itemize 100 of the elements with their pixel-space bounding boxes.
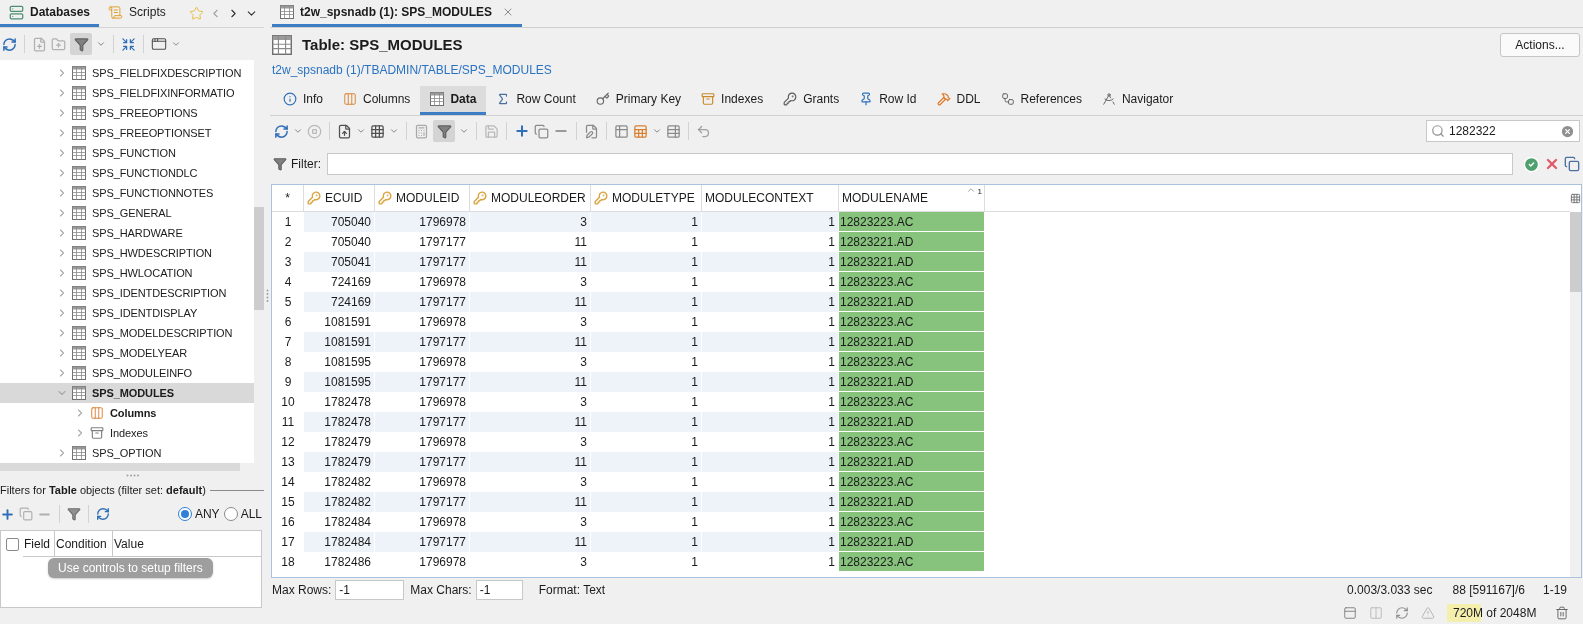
table-cell: 1 <box>702 372 839 392</box>
table-icon[interactable] <box>633 123 648 139</box>
tree-item[interactable]: SPS_HWDESCRIPTION <box>0 243 254 263</box>
new-file-icon[interactable] <box>32 36 47 52</box>
search-field[interactable]: 1282322 <box>1426 120 1580 142</box>
column-header[interactable]: MODULETYPE <box>591 185 702 211</box>
tree-item[interactable]: SPS_FUNCTIONNOTES <box>0 183 254 203</box>
tree-item[interactable]: SPS_MODELDESCRIPTION <box>0 323 254 343</box>
filter-icon[interactable] <box>67 507 81 521</box>
star-icon[interactable] <box>189 6 204 21</box>
tree-item[interactable]: SPS_FIELDFIXDESCRIPTION <box>0 63 254 83</box>
table-cell: 1782486 <box>304 552 375 572</box>
warning-icon[interactable] <box>1421 606 1435 620</box>
column-header[interactable]: MODULEID <box>375 185 470 211</box>
editor-tab[interactable]: t2w_spsnadb (1): SPS_MODULES <box>272 0 523 27</box>
table-icon[interactable] <box>614 123 629 139</box>
column-header[interactable]: ECUID <box>304 185 375 211</box>
edit-icon[interactable] <box>584 123 599 139</box>
tree-item[interactable]: SPS_FREEOPTIONSET <box>0 123 254 143</box>
tree-item[interactable]: Columns <box>0 403 254 423</box>
tree-item[interactable]: SPS_FREEOPTIONS <box>0 103 254 123</box>
match-radio[interactable]: ANY <box>177 505 220 523</box>
sash-grip-icon[interactable] <box>125 473 139 477</box>
grid-icon[interactable] <box>370 123 385 139</box>
tree-item[interactable]: SPS_HWLOCATION <box>0 263 254 283</box>
apply-icon[interactable] <box>1523 155 1540 173</box>
checkbox[interactable] <box>5 537 19 551</box>
breadcrumb-link[interactable]: t2w_spsnadb (1)/TBADMIN/TABLE/SPS_MODULES <box>272 61 552 79</box>
max-chars-field[interactable]: -1 <box>475 580 523 600</box>
save-icon[interactable] <box>484 123 499 139</box>
tree-item[interactable]: SPS_IDENTDESCRIPTION <box>0 283 254 303</box>
tree-item[interactable]: SPS_MODULES <box>0 383 254 403</box>
editor-tab[interactable]: Row Count <box>486 86 586 115</box>
scrollbar-thumb[interactable] <box>254 207 264 310</box>
add-icon[interactable] <box>0 506 15 522</box>
refresh-icon[interactable] <box>1395 606 1409 620</box>
table-icon <box>72 226 86 240</box>
column-header[interactable]: Condition <box>54 531 112 557</box>
tree-item[interactable]: SPS_HARDWARE <box>0 223 254 243</box>
filter-icon[interactable] <box>273 157 287 171</box>
grid-icon[interactable] <box>1570 193 1581 204</box>
tree-item[interactable]: SPS_MODULEINFO <box>0 363 254 383</box>
sidebar-tab[interactable]: Databases <box>0 0 100 27</box>
close-icon[interactable] <box>1544 156 1560 172</box>
max-rows-field[interactable]: -1 <box>335 580 405 600</box>
match-radio[interactable]: ALL <box>223 505 262 523</box>
table-cell: 11 <box>470 452 591 472</box>
refresh-icon[interactable] <box>2 36 17 52</box>
calculator-icon[interactable] <box>414 123 429 139</box>
editor-tab[interactable]: Data <box>420 86 487 115</box>
editor-tab[interactable]: Info <box>273 86 333 115</box>
editor-tab[interactable]: Navigator <box>1091 86 1184 115</box>
window-icon[interactable] <box>151 36 167 52</box>
refresh-icon[interactable] <box>274 123 289 139</box>
new-folder-icon[interactable] <box>51 36 66 52</box>
editor-tab[interactable]: Indexes <box>691 86 774 115</box>
scrollbar-thumb[interactable] <box>1570 212 1581 292</box>
tree-item[interactable]: SPS_FUNCTIONDLC <box>0 163 254 183</box>
editor-tab[interactable]: Row Id <box>849 86 927 115</box>
column-header[interactable]: Value <box>112 531 261 557</box>
editor-tab[interactable]: Primary Key <box>585 86 692 115</box>
filter-input-field[interactable] <box>327 153 1513 175</box>
sidebar-tab[interactable]: Scripts <box>99 0 175 27</box>
columns-icon[interactable] <box>1369 606 1383 620</box>
column-header[interactable]: MODULEORDER <box>470 185 591 211</box>
trash-icon[interactable] <box>1555 606 1569 620</box>
tree-item[interactable]: SPS_OPTION <box>0 443 254 463</box>
copy-icon[interactable] <box>1564 156 1580 172</box>
editor-tab[interactable]: DDL <box>926 86 991 115</box>
memory-bar[interactable]: 720M of 2048M <box>1447 604 1543 622</box>
refresh-icon[interactable] <box>96 507 110 521</box>
tree-item[interactable]: SPS_MODELYEAR <box>0 343 254 363</box>
stop-icon[interactable] <box>307 123 322 139</box>
sash-grip-icon[interactable] <box>265 289 269 302</box>
editor-tab[interactable]: Grants <box>773 86 850 115</box>
tree-item[interactable]: SPS_FIELDFIXINFORMATIO <box>0 83 254 103</box>
collapse-icon[interactable] <box>121 36 136 52</box>
tree-item[interactable]: SPS_FUNCTION <box>0 143 254 163</box>
radio-icon[interactable] <box>177 507 192 521</box>
tree-item[interactable]: SPS_GENERAL <box>0 203 254 223</box>
sort-caret-icon[interactable] <box>966 185 976 195</box>
copy-icon[interactable] <box>534 123 549 139</box>
actions-button[interactable]: Actions... <box>1500 33 1580 57</box>
vertical-scrollbar[interactable] <box>1570 212 1581 577</box>
column-header[interactable]: MODULENAME 1 <box>839 185 985 211</box>
export-icon[interactable] <box>337 123 352 139</box>
clear-icon[interactable] <box>1560 123 1575 139</box>
tree-item[interactable]: SPS_IDENTDISPLAY <box>0 303 254 323</box>
search-icon[interactable] <box>1431 124 1445 138</box>
tree-item[interactable]: Indexes <box>0 423 254 443</box>
column-header[interactable]: Field <box>23 531 54 557</box>
radio-icon[interactable] <box>223 507 238 521</box>
editor-tab[interactable]: References <box>990 86 1092 115</box>
copy-icon[interactable] <box>19 507 33 521</box>
column-header[interactable]: MODULECONTEXT <box>702 185 839 211</box>
panel-icon[interactable] <box>1343 606 1357 620</box>
editor-tab[interactable]: Columns <box>333 86 421 115</box>
add-icon[interactable] <box>514 123 530 139</box>
table-icon[interactable] <box>666 123 681 139</box>
undo-icon[interactable] <box>696 123 711 139</box>
